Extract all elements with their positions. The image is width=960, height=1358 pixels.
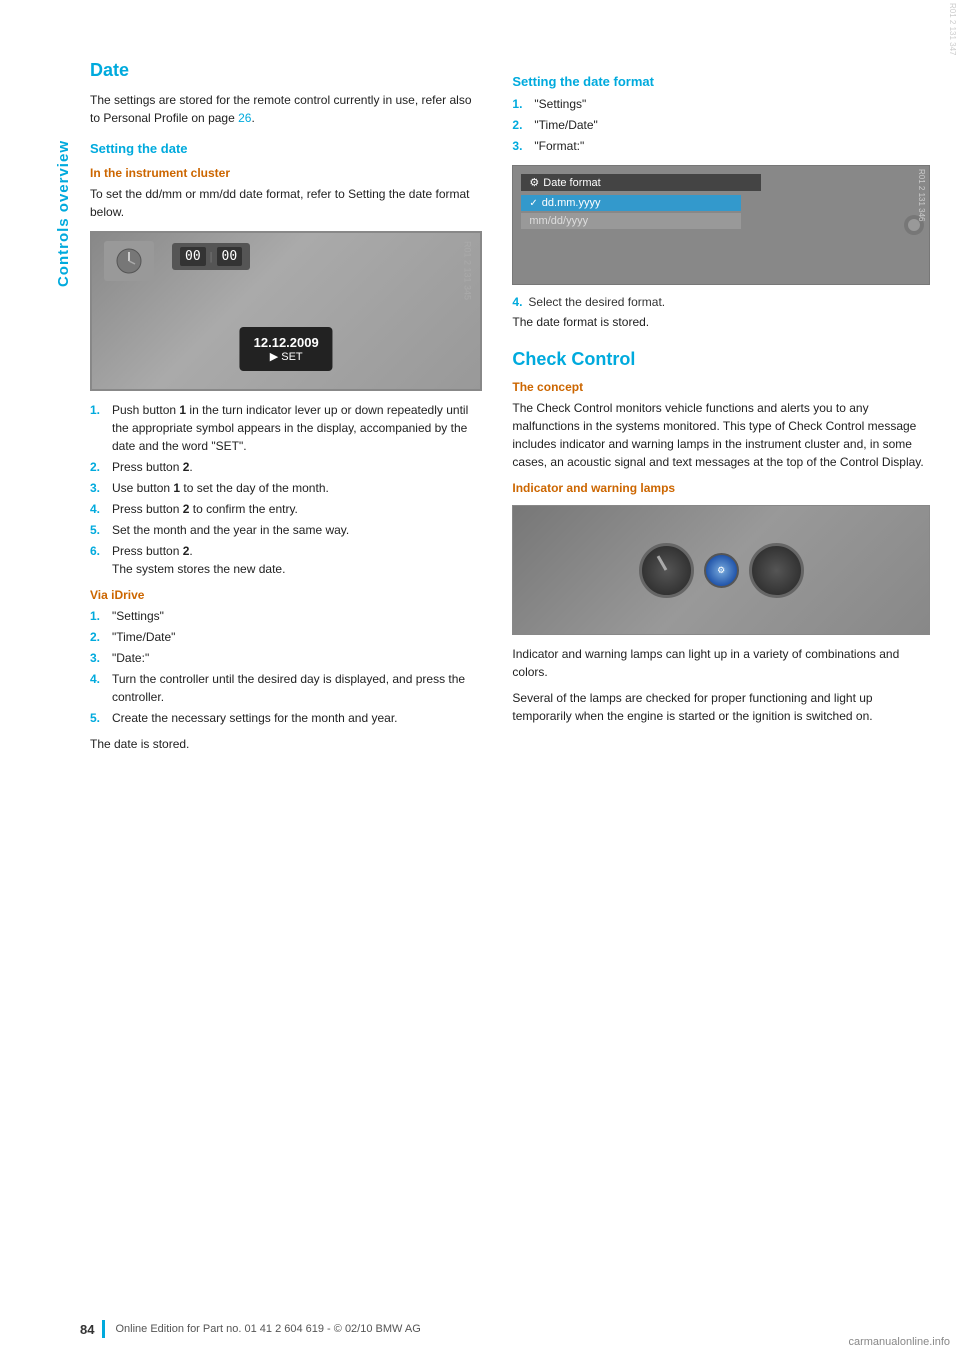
left-column: Date The settings are stored for the rem… — [80, 60, 502, 1318]
in-cluster-text: To set the dd/mm or mm/dd date format, r… — [90, 185, 482, 221]
setting-date-format-title: Setting the date format — [512, 74, 930, 89]
check-control-title: Check Control — [512, 349, 930, 370]
indicator-lamps-image: ⚙ R01 2 131 347 — [512, 505, 930, 635]
cluster-date-display: 12.12.2009 — [254, 335, 319, 350]
concept-title: The concept — [512, 380, 930, 394]
gauge-center: ⚙ — [704, 553, 739, 588]
format-step-3: 3. "Format:" — [512, 137, 930, 155]
cluster-step-1: 1. Push button 1 in the turn indicator l… — [90, 401, 482, 455]
cluster-step-3: 3. Use button 1 to set the day of the mo… — [90, 479, 482, 497]
page-footer: 84 Online Edition for Part no. 01 41 2 6… — [0, 1320, 960, 1338]
format-step-2: 2. "Time/Date" — [512, 116, 930, 134]
date-format-option-unselected: mm/dd/yyyy — [521, 213, 741, 229]
cluster-icon — [114, 246, 144, 276]
gauge-group: ⚙ — [639, 543, 804, 598]
in-cluster-title: In the instrument cluster — [90, 166, 482, 180]
idrive-step-5: 5. Create the necessary settings for the… — [90, 709, 482, 727]
indicator-lamps-title: Indicator and warning lamps — [512, 481, 930, 495]
footer-bar — [102, 1320, 105, 1338]
cluster-step-5: 5. Set the month and the year in the sam… — [90, 521, 482, 539]
idrive-step-3: 3. "Date:" — [90, 649, 482, 667]
cluster-set-display: ▶ SET — [254, 350, 319, 363]
cluster-step-4: 4. Press button 2 to confirm the entry. — [90, 500, 482, 518]
date-format-steps-list: 1. "Settings" 2. "Time/Date" 3. "Format:… — [512, 95, 930, 155]
page-container: Controls overview Date The settings are … — [0, 0, 960, 1358]
indicator-text-1: Indicator and warning lamps can light up… — [512, 645, 930, 681]
date-format-image: ⚙ Date format ✓ dd.mm.yyyy mm/dd/yyyy R0… — [512, 165, 930, 285]
indicator-text-2: Several of the lamps are checked for pro… — [512, 689, 930, 725]
sidebar: Controls overview — [0, 0, 80, 1358]
date-format-option-selected: ✓ dd.mm.yyyy — [521, 195, 741, 211]
right-column: Setting the date format 1. "Settings" 2.… — [502, 60, 960, 1318]
concept-text: The Check Control monitors vehicle funct… — [512, 399, 930, 471]
gauge-left — [639, 543, 694, 598]
via-idrive-title: Via iDrive — [90, 588, 482, 602]
gauge-right — [749, 543, 804, 598]
date-intro-text: The settings are stored for the remote c… — [90, 91, 482, 127]
setting-date-title: Setting the date — [90, 141, 482, 156]
cluster-steps-list: 1. Push button 1 in the turn indicator l… — [90, 401, 482, 578]
page-number: 84 — [80, 1322, 94, 1337]
date-section-title: Date — [90, 60, 482, 81]
idrive-step-4: 4. Turn the controller until the desired… — [90, 670, 482, 706]
date-format-footer: The date format is stored. — [512, 313, 930, 331]
format-step-1: 1. "Settings" — [512, 95, 930, 113]
cluster-step-6: 6. Press button 2.The system stores the … — [90, 542, 482, 578]
footer-text: Online Edition for Part no. 01 41 2 604 … — [115, 1323, 420, 1335]
idrive-step-2: 2. "Time/Date" — [90, 628, 482, 646]
format-step4-text: Select the desired format. — [528, 295, 665, 309]
instrument-cluster-image: 00 | 00 12.12.2009 ▶ SET R01 2 131 345 — [90, 231, 482, 391]
bottom-logo: carmanualonline.info — [848, 1336, 950, 1348]
date-format-header: ⚙ Date format — [521, 174, 761, 191]
idrive-step-1: 1. "Settings" — [90, 607, 482, 625]
cluster-step-2: 2. Press button 2. — [90, 458, 482, 476]
page-link: 26 — [238, 111, 251, 125]
format-step-4-row: 4. Select the desired format. — [512, 295, 930, 309]
idrive-steps-list: 1. "Settings" 2. "Time/Date" 3. "Date:" … — [90, 607, 482, 727]
sidebar-label: Controls overview — [55, 140, 72, 287]
main-content: Date The settings are stored for the rem… — [80, 0, 960, 1358]
idrive-footer: The date is stored. — [90, 735, 482, 753]
